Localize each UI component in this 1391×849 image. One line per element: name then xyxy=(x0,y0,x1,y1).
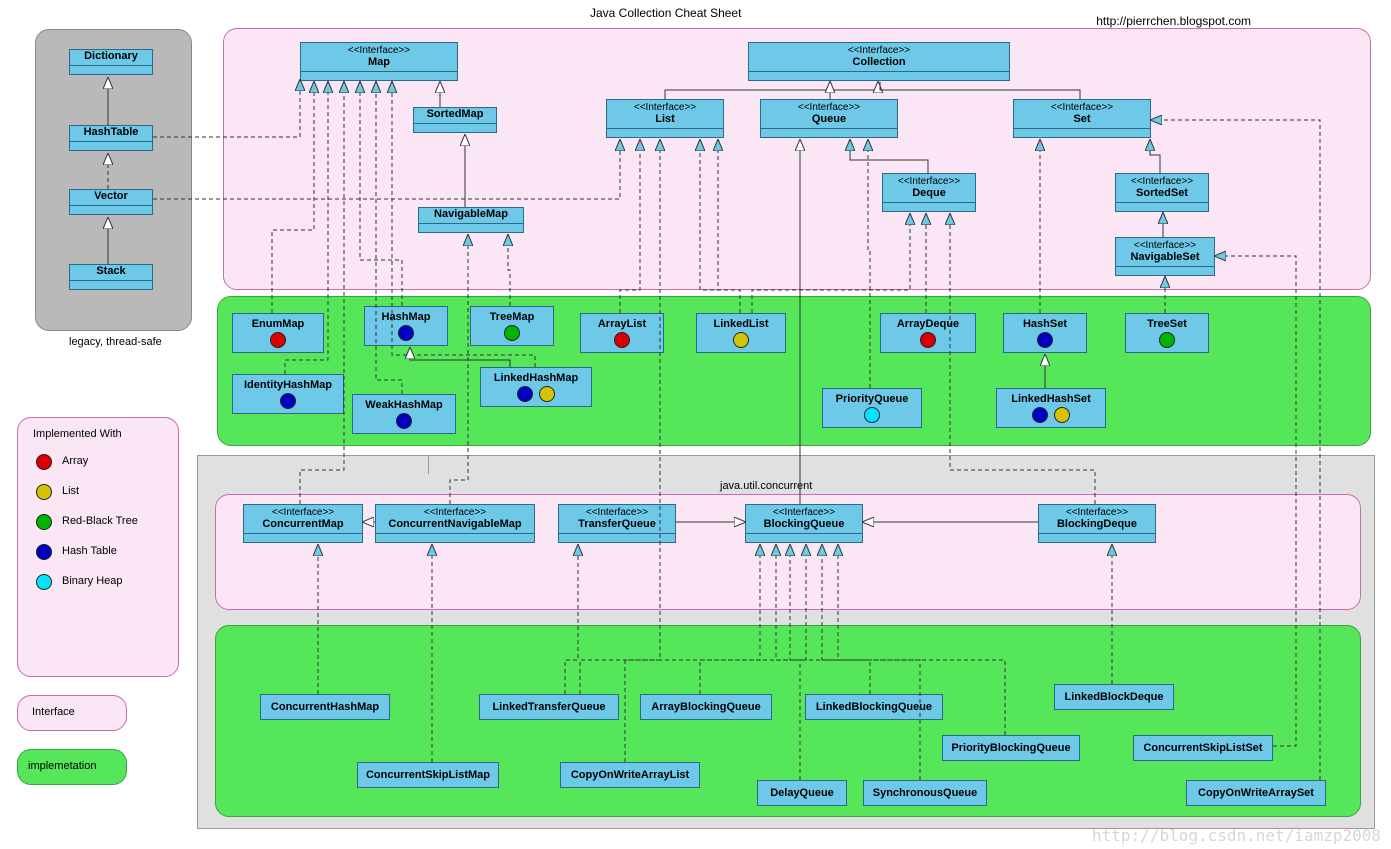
impl-priorityblockingqueue: PriorityBlockingQueue xyxy=(942,735,1080,761)
impl-arraylist: ArrayList xyxy=(580,313,664,353)
impl-weakhashmap: WeakHashMap xyxy=(352,394,456,434)
legend-row: Binary Heap xyxy=(33,572,138,590)
impl-treemap: TreeMap xyxy=(470,306,554,346)
iface-sortedset: <<Interface>>SortedSet xyxy=(1115,173,1209,212)
iface-blockingdeque: <<Interface>>BlockingDeque xyxy=(1038,504,1156,543)
iface-map: <<Interface>>Map xyxy=(300,42,458,81)
legend-row: Hash Table xyxy=(33,542,138,560)
impl-concskiplistset: ConcurrentSkipListSet xyxy=(1133,735,1273,761)
iface-collection: <<Interface>>Collection xyxy=(748,42,1010,81)
impl-linkedtransferqueue: LinkedTransferQueue xyxy=(479,694,619,720)
iface-queue: <<Interface>>Queue xyxy=(760,99,898,138)
class-stack: Stack xyxy=(69,264,153,290)
impl-linkedlist: LinkedList xyxy=(696,313,786,353)
legend-row: Red-Black Tree xyxy=(33,512,138,530)
iface-navigablemap: NavigableMap xyxy=(418,207,524,233)
impl-priorityqueue: PriorityQueue xyxy=(822,388,922,428)
legend-row: Array xyxy=(33,452,138,470)
impl-enummap: EnumMap xyxy=(232,313,324,353)
iface-list: <<Interface>>List xyxy=(606,99,724,138)
legend: Implemented With Array List Red-Black Tr… xyxy=(33,428,138,602)
page-title: Java Collection Cheat Sheet xyxy=(590,6,741,20)
iface-sortedmap: SortedMap xyxy=(413,107,497,133)
impl-hashmap: HashMap xyxy=(364,306,448,346)
iface-navigableset: <<Interface>>NavigableSet xyxy=(1115,237,1215,276)
legacy-label: legacy, thread-safe xyxy=(69,336,162,348)
iface-concurrentmap: <<Interface>>ConcurrentMap xyxy=(243,504,363,543)
impl-copyonwriteset: CopyOnWriteArraySet xyxy=(1186,780,1326,806)
impl-linkedblockingdeque: LinkedBlockDeque xyxy=(1054,684,1174,710)
iface-transferqueue: <<Interface>>TransferQueue xyxy=(558,504,676,543)
iface-set: <<Interface>>Set xyxy=(1013,99,1151,138)
iface-blockingqueue: <<Interface>>BlockingQueue xyxy=(745,504,863,543)
impl-linkedblockingqueue: LinkedBlockingQueue xyxy=(805,694,943,720)
impl-linkedhashmap: LinkedHashMap xyxy=(480,367,592,407)
impl-arrayblockingqueue: ArrayBlockingQueue xyxy=(640,694,772,720)
impl-identityhashmap: IdentityHashMap xyxy=(232,374,344,414)
class-hashtable: HashTable xyxy=(69,125,153,151)
impl-linkedhashset: LinkedHashSet xyxy=(996,388,1106,428)
iface-deque: <<Interface>>Deque xyxy=(882,173,976,212)
impl-delayqueue: DelayQueue xyxy=(757,780,847,806)
class-dictionary: Dictionary xyxy=(69,49,153,75)
impl-concskiplistmap: ConcurrentSkipListMap xyxy=(357,762,499,788)
impl-syncqueue: SynchronousQueue xyxy=(863,780,987,806)
concurrent-label: java.util.concurrent xyxy=(720,480,812,492)
watermark: http://blog.csdn.net/iamzp2008 xyxy=(1092,826,1381,845)
class-vector: Vector xyxy=(69,189,153,215)
impl-copyonwritelist: CopyOnWriteArrayList xyxy=(560,762,700,788)
impl-hashset: HashSet xyxy=(1003,313,1087,353)
impl-arraydeque: ArrayDeque xyxy=(880,313,976,353)
impl-conchashmap: ConcurrentHashMap xyxy=(260,694,390,720)
impl-treeset: TreeSet xyxy=(1125,313,1209,353)
legend-row: List xyxy=(33,482,138,500)
iface-concnavmap: <<Interface>>ConcurrentNavigableMap xyxy=(375,504,535,543)
source-url: http://pierrchen.blogspot.com xyxy=(1096,14,1251,28)
